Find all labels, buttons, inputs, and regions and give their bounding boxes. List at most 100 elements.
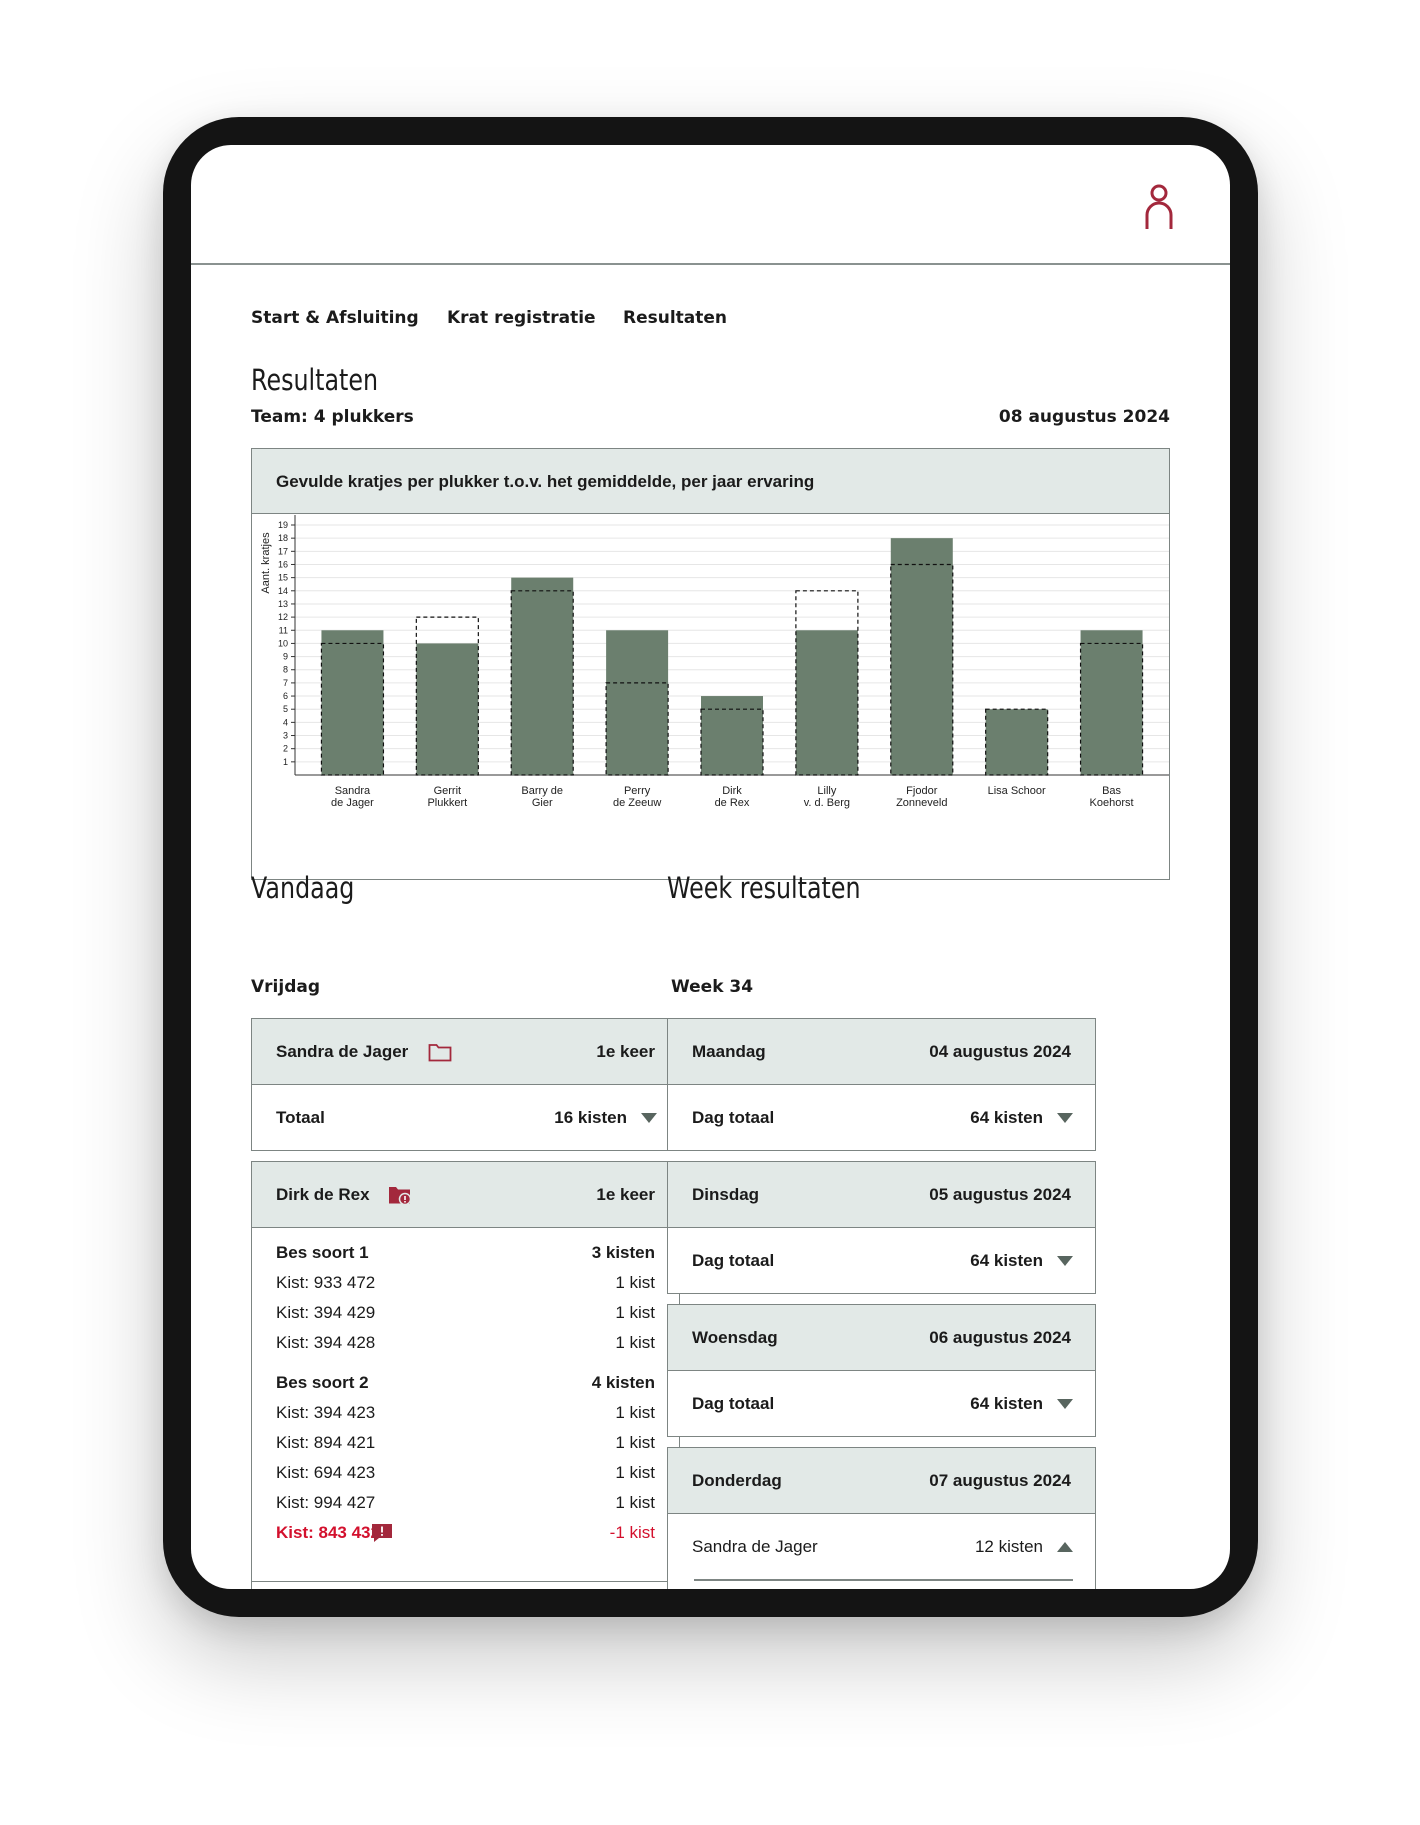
folder-alert-icon[interactable] (388, 1185, 412, 1205)
x-tick-label: Bas (1102, 785, 1121, 797)
x-tick-label: de Zeeuw (613, 797, 661, 809)
day-card-dinsdag: Dinsdag 05 augustus 2024 Dag totaal 64 k… (667, 1161, 1096, 1294)
crate-row: Kist: 694 423 1 kist (252, 1458, 679, 1488)
row-label: Dag totaal (692, 1107, 775, 1127)
y-tick-label: 18 (278, 533, 288, 543)
picker-card-sandra: Sandra de Jager 1e keer Totaal 16 kisten (251, 1018, 680, 1151)
day-card-maandag: Maandag 04 augustus 2024 Dag totaal 64 k… (667, 1018, 1096, 1151)
x-tick-label: Zonneveld (896, 797, 947, 809)
bar (321, 630, 384, 775)
crate-label: Kist: 894 421 (276, 1433, 376, 1452)
message-alert-icon[interactable] (371, 1523, 393, 1543)
day-total-row[interactable]: Dag totaal 64 kisten (668, 1371, 1095, 1436)
day-label: Dinsdag (692, 1184, 760, 1204)
y-tick-label: 12 (278, 612, 288, 622)
x-tick-label: Barry de (521, 785, 563, 797)
vandaag-title: Vandaag (251, 871, 355, 905)
day-label: Donderdag (692, 1470, 782, 1490)
x-tick-label: Gerrit (434, 785, 462, 797)
row-value: 64 kisten (970, 1107, 1043, 1127)
bar (511, 577, 574, 775)
row-value: 64 kisten (970, 1393, 1043, 1413)
x-tick-label: Koehorst (1090, 797, 1134, 809)
crate-row: Kist: 894 421 1 kist (252, 1428, 679, 1458)
tablet-screen: Start & Afsluiting Krat registratie Resu… (191, 145, 1230, 1589)
caret-up-icon[interactable] (1057, 1541, 1073, 1552)
picker-name: Sandra de Jager (276, 1041, 409, 1061)
y-tick-label: 2 (283, 744, 288, 754)
nav-krat-registratie[interactable]: Krat registratie (447, 308, 596, 328)
day-total-row[interactable]: Dag totaal 64 kisten (668, 1085, 1095, 1150)
row-label: Sandra de Jager (692, 1536, 818, 1556)
picker-count: 1e keer (596, 1041, 655, 1061)
crate-label: Kist: 933 472 (276, 1273, 376, 1292)
total-row[interactable]: Totaal 16 kisten (252, 1085, 679, 1150)
bar (985, 709, 1048, 775)
card-header: Sandra de Jager 1e keer (252, 1019, 679, 1085)
picker-total-row[interactable]: Sandra de Jager 12 kisten (668, 1514, 1095, 1579)
picker-card-dirk: Dirk de Rex 1e keer Bes soort 1 3 kisten… (251, 1161, 680, 1589)
page-title: Resultaten (251, 363, 379, 397)
folder-icon[interactable] (428, 1042, 452, 1062)
x-tick-label: de Jager (331, 797, 374, 809)
crate-details: Bes soort 1 3 kisten Kist: 933 472 1 kis… (252, 1228, 679, 1582)
day-date: 06 augustus 2024 (929, 1327, 1071, 1347)
chart-title: Gevulde kratjes per plukker t.o.v. het g… (276, 472, 815, 491)
group-value: 4 kisten (591, 1373, 655, 1392)
caret-down-icon[interactable] (641, 1112, 657, 1123)
y-tick-label: 17 (278, 546, 288, 556)
y-tick-label: 19 (278, 520, 288, 530)
crate-row-warning[interactable]: Kist: 843 432 -1 kist (252, 1518, 679, 1548)
caret-down-icon[interactable] (1057, 1255, 1073, 1266)
crate-row: Kist: 394 429 1 kist (252, 1298, 679, 1328)
crate-label: Kist: 994 427 (276, 1493, 376, 1512)
total-label: Totaal (276, 1107, 325, 1127)
day-total-row[interactable]: Dag totaal 64 kisten (668, 1228, 1095, 1293)
crate-value: 1 kist (615, 1273, 655, 1292)
card-header: Dinsdag 05 augustus 2024 (668, 1162, 1095, 1228)
page-date: 08 augustus 2024 (998, 407, 1170, 427)
crate-label: Kist: 394 428 (276, 1333, 376, 1352)
bar-chart: 12345678910111213141516171819Aant. kratj… (260, 515, 1169, 809)
team-label: Team: 4 plukkers (251, 407, 414, 427)
y-tick-label: 9 (283, 652, 288, 662)
y-tick-label: 16 (278, 559, 288, 569)
day-date: 07 augustus 2024 (929, 1470, 1071, 1490)
crate-value: 1 kist (615, 1463, 655, 1482)
crate-label: Kist: 394 429 (276, 1303, 376, 1322)
top-bar (191, 145, 1230, 265)
vandaag-day: Vrijdag (251, 977, 321, 997)
x-tick-label: v. d. Berg (804, 797, 850, 809)
crate-row: Kist: 394 428 1 kist (252, 1328, 679, 1358)
y-tick-label: 10 (278, 638, 288, 648)
x-tick-label: Fjodor (906, 785, 938, 797)
nav-resultaten[interactable]: Resultaten (623, 308, 727, 328)
y-tick-label: 11 (279, 625, 288, 635)
week-title: Week resultaten (667, 871, 861, 905)
crate-value: -1 kist (609, 1523, 655, 1542)
day-label: Woensdag (692, 1327, 778, 1347)
nav-start-afsluiting[interactable]: Start & Afsluiting (251, 308, 419, 328)
day-card-woensdag: Woensdag 06 augustus 2024 Dag totaal 64 … (667, 1304, 1096, 1437)
group-row: Bes soort 2 4 kisten (252, 1368, 679, 1398)
crate-row: Kist: 933 472 1 kist (252, 1268, 679, 1298)
total-value: 16 kisten (554, 1107, 627, 1127)
group-row: Bes soort 1 3 kisten (252, 1238, 679, 1268)
bar (416, 643, 479, 775)
caret-down-icon[interactable] (1057, 1112, 1073, 1123)
bar (795, 630, 858, 775)
y-tick-label: 1 (283, 757, 288, 767)
card-header: Donderdag 07 augustus 2024 (668, 1448, 1095, 1514)
bar (1080, 630, 1143, 775)
crate-value: 1 kist (615, 1433, 655, 1452)
group-label: Bes soort 2 (276, 1373, 369, 1392)
y-tick-label: 15 (278, 573, 288, 583)
user-icon[interactable] (1143, 183, 1175, 231)
day-date: 04 augustus 2024 (929, 1041, 1071, 1061)
crate-value: 1 kist (615, 1403, 655, 1422)
x-tick-label: Perry (624, 785, 651, 797)
caret-down-icon[interactable] (1057, 1398, 1073, 1409)
y-tick-label: 13 (278, 599, 288, 609)
crate-row: Kist: 994 427 1 kist (252, 1488, 679, 1518)
y-tick-label: 4 (283, 717, 288, 727)
